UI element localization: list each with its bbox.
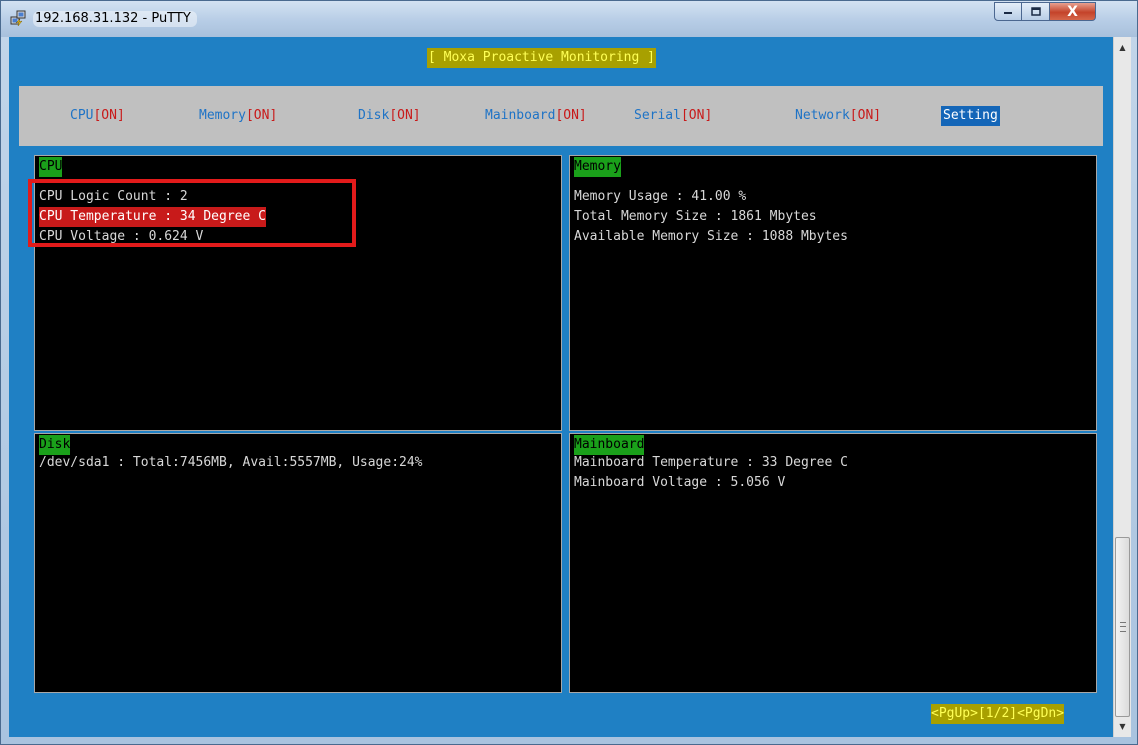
memory-usage: Memory Usage : 41.00 %	[574, 189, 747, 204]
menu-item-label: Serial	[634, 108, 681, 123]
menu-item-setting[interactable]: Setting	[941, 106, 1000, 126]
mainboard-temperature: Mainboard Temperature : 33 Degree C	[574, 455, 848, 470]
minimize-button[interactable]	[994, 2, 1022, 21]
memory-panel: Memory Memory Usage : 41.00 % Total Memo…	[569, 155, 1097, 431]
total-memory-size: Total Memory Size : 1861 Mbytes	[574, 209, 817, 224]
menu-item-status: [ON]	[245, 108, 278, 123]
menu-item-label: CPU	[70, 108, 94, 123]
menu-item-status: [ON]	[849, 108, 882, 123]
mainboard-panel-title: Mainboard	[574, 435, 645, 455]
available-memory-size: Available Memory Size : 1088 Mbytes	[574, 229, 848, 244]
menu-item-cpu[interactable]: CPU[ON]	[70, 106, 125, 126]
menu-item-label: Network	[795, 108, 850, 123]
disk-panel-title: Disk	[39, 435, 71, 455]
menu-item-memory[interactable]: Memory[ON]	[199, 106, 277, 126]
window-title: 192.168.31.132 - PuTTY	[33, 11, 197, 27]
close-button[interactable]: X	[1050, 2, 1096, 21]
terminal-area[interactable]: [ Moxa Proactive Monitoring ] CPU[ON] Me…	[9, 37, 1113, 737]
monitor-title: [ Moxa Proactive Monitoring ]	[427, 48, 656, 68]
menu-item-label: Memory	[199, 108, 246, 123]
menu-item-status: [ON]	[680, 108, 713, 123]
disk-panel: Disk /dev/sda1 : Total:7456MB, Avail:555…	[34, 433, 562, 693]
mainboard-voltage: Mainboard Voltage : 5.056 V	[574, 475, 786, 490]
minimize-icon	[1004, 11, 1012, 14]
maximize-icon	[1030, 7, 1041, 16]
title-bar[interactable]: 192.168.31.132 - PuTTY X	[1, 1, 1137, 37]
menu-item-status: [ON]	[389, 108, 421, 123]
menu-item-serial[interactable]: Serial[ON]	[634, 106, 712, 126]
scroll-up-arrow-icon[interactable]: ▲	[1114, 39, 1131, 56]
menu-item-disk[interactable]: Disk[ON]	[358, 106, 421, 126]
scrollbar-thumb[interactable]	[1115, 537, 1130, 717]
page-navigation[interactable]: <PgUp>[1/2]<PgDn>	[931, 704, 1065, 724]
putty-computers-icon	[10, 10, 26, 27]
grip-icon	[1120, 622, 1126, 632]
close-icon: X	[1067, 3, 1078, 20]
menu-item-status: [ON]	[555, 108, 587, 123]
menu-item-network[interactable]: Network[ON]	[795, 106, 881, 126]
vertical-scrollbar[interactable]: ▲ ▼	[1113, 37, 1131, 737]
maximize-button[interactable]	[1022, 2, 1050, 21]
memory-panel-title: Memory	[574, 157, 621, 177]
mainboard-panel: Mainboard Mainboard Temperature : 33 Deg…	[569, 433, 1097, 693]
disk-sda1-info: /dev/sda1 : Total:7456MB, Avail:5557MB, …	[39, 455, 423, 470]
menu-item-mainboard[interactable]: Mainboard[ON]	[485, 106, 587, 126]
cpu-panel-title: CPU	[39, 157, 63, 177]
menu-item-status: [ON]	[93, 108, 125, 123]
highlight-annotation-box	[28, 179, 356, 247]
menu-item-label: Mainboard	[485, 108, 556, 123]
putty-window: 192.168.31.132 - PuTTY X [ Moxa Proactiv…	[0, 0, 1138, 745]
menu-item-label: Disk	[358, 108, 390, 123]
scroll-down-arrow-icon[interactable]: ▼	[1114, 718, 1131, 735]
menu-bar: CPU[ON] Memory[ON] Disk[ON] Mainboard[ON…	[19, 86, 1103, 146]
